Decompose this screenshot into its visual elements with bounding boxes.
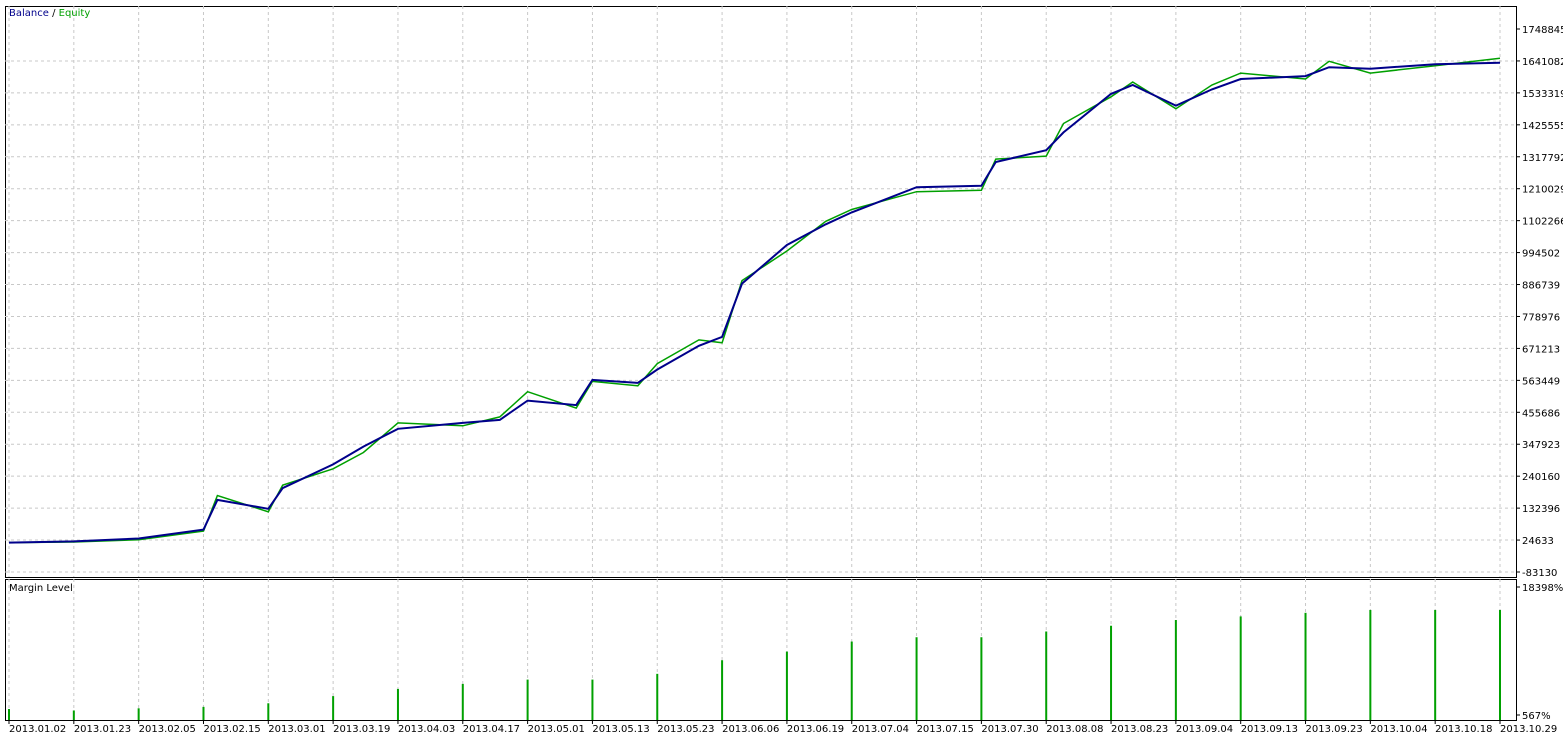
x-tick-label: 2013.07.15 <box>917 724 974 735</box>
margin-bar <box>202 706 205 720</box>
margin-level-title: Margin Level <box>9 583 73 594</box>
x-tick-label: 2013.10.18 <box>1435 724 1492 735</box>
x-tick-label: 2013.06.19 <box>787 724 844 735</box>
margin-bar <box>1434 609 1437 720</box>
x-tick-label: 2013.08.23 <box>1111 724 1168 735</box>
margin-bar <box>721 660 724 720</box>
margin-bar <box>591 679 594 720</box>
x-tick-label: 2013.07.30 <box>981 724 1038 735</box>
x-tick-label: 2013.01.02 <box>9 724 66 735</box>
x-tick-label: 2013.05.23 <box>657 724 714 735</box>
x-tick-label: 2013.02.15 <box>203 724 260 735</box>
margin-bar <box>526 679 529 720</box>
x-tick-label: 2013.07.04 <box>852 724 909 735</box>
margin-bar <box>396 688 399 720</box>
margin-bar <box>1239 616 1242 720</box>
main-y-axis-ticks: 1748845 1641082 1533319 1425555 1317792 12100… <box>1516 25 1563 579</box>
y-tick-label: 1425555 <box>1522 121 1563 132</box>
margin-bar <box>1045 631 1048 720</box>
main-plot-frame <box>5 6 1517 578</box>
y-tick-label: -83130 <box>1522 568 1557 579</box>
y-tick-label: 347923 <box>1522 440 1560 451</box>
margin-bar <box>915 637 918 720</box>
x-tick-label: 2013.04.03 <box>398 724 455 735</box>
x-tick-label: 2013.05.13 <box>592 724 649 735</box>
margin-bar <box>1369 609 1372 720</box>
x-tick-label: 2013.03.19 <box>333 724 390 735</box>
margin-level-panel: 18398% 567% Margin Level <box>5 579 1563 722</box>
margin-y-axis-ticks: 18398% 567% <box>1516 583 1563 722</box>
y-tick-label: 132396 <box>1522 504 1560 515</box>
x-tick-label: 2013.03.01 <box>268 724 325 735</box>
margin-bar <box>72 710 75 720</box>
margin-y-tick-label: 567% <box>1522 711 1551 722</box>
margin-bar <box>1174 620 1177 720</box>
margin-bar <box>1304 612 1307 720</box>
y-tick-label: 240160 <box>1522 472 1560 483</box>
margin-bar <box>850 641 853 720</box>
legend-balance-label: Balance <box>9 8 49 19</box>
y-tick-label: 1102266 <box>1522 217 1563 228</box>
x-tick-label: 2013.06.06 <box>722 724 779 735</box>
legend-equity-label: Equity <box>59 8 91 19</box>
x-tick-label: 2013.09.13 <box>1241 724 1298 735</box>
x-tick-label: 2013.10.04 <box>1370 724 1427 735</box>
margin-bar <box>1499 609 1501 720</box>
y-tick-label: 994502 <box>1522 249 1560 260</box>
y-tick-label: 1210029 <box>1522 185 1563 196</box>
y-tick-label: 1317792 <box>1522 153 1563 164</box>
x-tick-label: 2013.10.29 <box>1500 724 1557 735</box>
margin-bar <box>656 673 659 720</box>
margin-bar <box>785 651 788 720</box>
y-tick-label: 563449 <box>1522 376 1560 387</box>
chart-legend: Balance / Equity <box>9 8 90 19</box>
margin-bar <box>980 637 983 720</box>
x-tick-label: 2013.02.05 <box>139 724 196 735</box>
y-tick-label: 671213 <box>1522 344 1560 355</box>
x-tick-label: 2013.09.23 <box>1306 724 1363 735</box>
margin-y-tick-label: 18398% <box>1522 583 1563 594</box>
x-axis-ticks: 2013.01.02 2013.01.23 2013.02.05 2013.02.15… <box>8 720 1557 735</box>
y-tick-label: 886739 <box>1522 281 1560 292</box>
x-tick-label: 2013.08.08 <box>1046 724 1103 735</box>
y-tick-label: 1748845 <box>1522 25 1563 36</box>
margin-plot-frame <box>5 579 1517 721</box>
margin-bar <box>461 683 464 720</box>
y-tick-label: 24633 <box>1522 536 1554 547</box>
balance-equity-chart: 1748845 1641082 1533319 1425555 1317792 12100… <box>5 6 1563 735</box>
y-tick-label: 778976 <box>1522 312 1560 323</box>
x-tick-label: 2013.04.17 <box>463 724 520 735</box>
margin-bar <box>137 708 140 720</box>
margin-bar <box>1110 625 1113 720</box>
x-tick-label: 2013.05.01 <box>528 724 585 735</box>
margin-bar <box>8 709 10 720</box>
legend-separator: / <box>52 8 56 19</box>
y-tick-label: 1641082 <box>1522 57 1563 68</box>
main-plot-panel: 1748845 1641082 1533319 1425555 1317792 12100… <box>5 6 1563 579</box>
margin-bar <box>332 696 335 720</box>
y-tick-label: 1533319 <box>1522 89 1563 100</box>
x-tick-label: 2013.09.04 <box>1176 724 1233 735</box>
x-tick-label: 2013.01.23 <box>74 724 131 735</box>
y-tick-label: 455686 <box>1522 408 1560 419</box>
margin-bar <box>267 703 270 720</box>
